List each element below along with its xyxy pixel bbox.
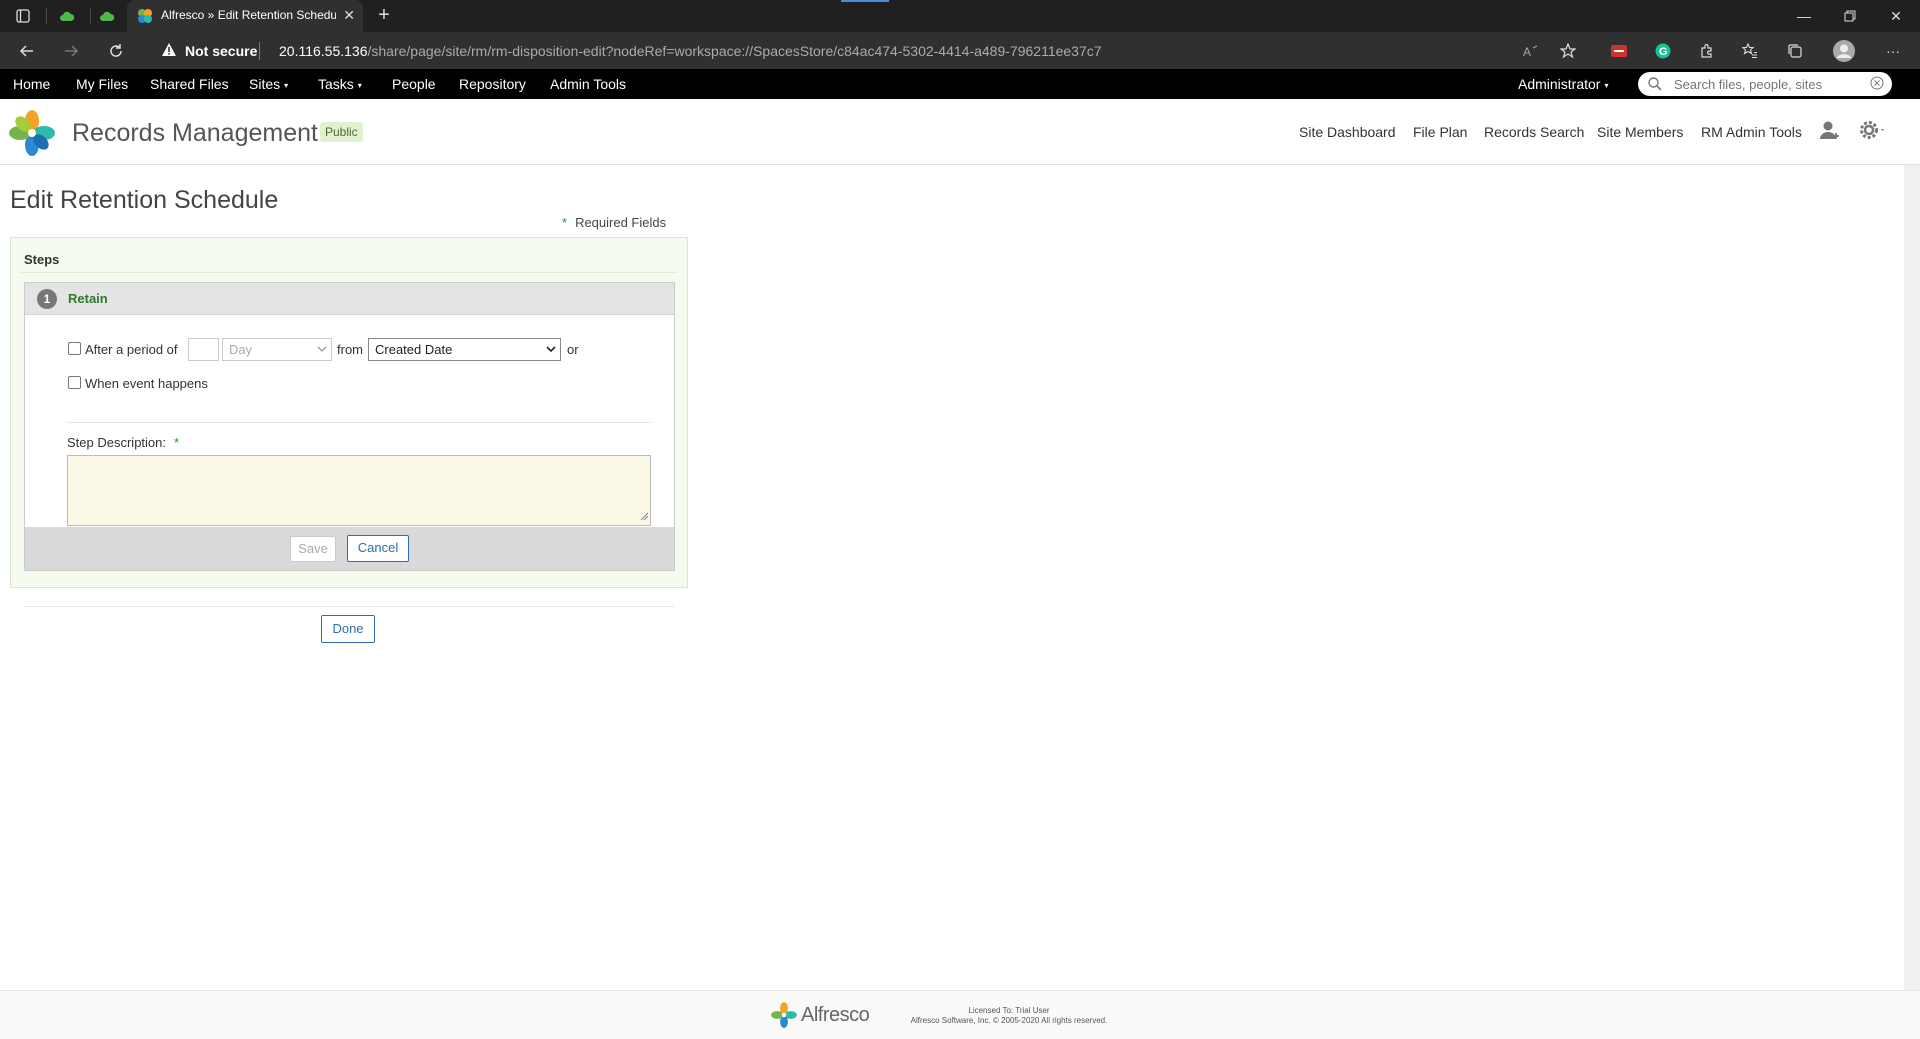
step-header[interactable]: 1 Retain	[25, 283, 674, 315]
close-window-icon[interactable]: ✕	[1873, 0, 1919, 32]
done-button[interactable]: Done	[321, 615, 375, 643]
add-user-icon[interactable]	[1819, 119, 1841, 144]
nav-home[interactable]: Home	[13, 76, 50, 92]
user-menu[interactable]: Administrator ▾	[1518, 76, 1608, 92]
footer-brand: Alfresco	[801, 1004, 870, 1026]
or-label: or	[567, 342, 579, 357]
address-bar: Not secure 20.116.55.136/share/page/site…	[0, 32, 1920, 69]
chevron-down-icon: ▾	[357, 80, 362, 90]
chevron-down-icon: ▾	[1604, 80, 1609, 90]
page-title: Edit Retention Schedule	[10, 186, 279, 214]
close-tab-icon[interactable]: ✕	[343, 8, 355, 22]
from-label: from	[337, 342, 363, 357]
active-tab[interactable]: Alfresco » Edit Retention Schedule ✕	[127, 0, 363, 32]
alfresco-logo-icon[interactable]	[7, 108, 57, 161]
warning-icon	[161, 42, 177, 60]
visibility-badge: Public	[320, 122, 363, 142]
gear-icon[interactable]	[1859, 119, 1887, 144]
forward-icon[interactable]	[57, 38, 85, 64]
page-footer: Alfresco Licensed To: Trial User Alfresc…	[0, 990, 1920, 1039]
records-search-link[interactable]: Records Search	[1484, 124, 1584, 140]
pinned-tab-cloud-icon-2[interactable]	[92, 4, 122, 28]
period-amount-input[interactable]	[188, 338, 219, 361]
browser-tab-bar: Alfresco » Edit Retention Schedule ✕ + —…	[0, 0, 1920, 32]
refresh-icon[interactable]	[102, 38, 130, 64]
nav-my-files[interactable]: My Files	[76, 76, 128, 92]
collections-icon[interactable]	[1782, 38, 1808, 64]
step-number: 1	[37, 289, 57, 309]
nav-tasks[interactable]: Tasks ▾	[318, 76, 362, 92]
event-label: When event happens	[85, 376, 208, 391]
event-checkbox[interactable]	[68, 376, 81, 389]
app-nav-bar: Home My Files Shared Files Sites ▾ Tasks ▾…	[0, 69, 1920, 99]
save-button[interactable]: Save	[290, 536, 336, 562]
step-description-label: Step Description: *	[67, 435, 180, 450]
after-period-label: After a period of	[85, 342, 178, 357]
site-members-link[interactable]: Site Members	[1597, 124, 1683, 140]
nav-admin-tools[interactable]: Admin Tools	[550, 76, 626, 92]
new-tab-icon[interactable]: +	[372, 4, 396, 28]
nav-repository[interactable]: Repository	[459, 76, 526, 92]
clear-search-icon[interactable]	[1870, 76, 1884, 93]
extension-red-icon[interactable]	[1606, 38, 1632, 64]
chevron-down-icon	[317, 341, 327, 363]
svg-text:G: G	[1659, 46, 1668, 58]
url-text[interactable]: 20.116.55.136/share/page/site/rm/rm-disp…	[279, 43, 1102, 59]
file-plan-link[interactable]: File Plan	[1413, 124, 1467, 140]
tab-actions-icon[interactable]	[8, 4, 38, 28]
add-favorite-icon[interactable]	[1555, 38, 1581, 64]
security-label[interactable]: Not secure	[185, 43, 257, 59]
read-aloud-icon[interactable]: A	[1518, 38, 1544, 64]
step-card: 1 Retain After a period of Day from Crea…	[24, 282, 675, 571]
page-scrollbar[interactable]	[1904, 165, 1920, 1039]
steps-header: Steps	[24, 252, 60, 267]
alfresco-footer-logo-icon	[770, 1001, 798, 1032]
site-dashboard-link[interactable]: Site Dashboard	[1299, 124, 1396, 140]
favorites-icon[interactable]	[1737, 38, 1763, 64]
cancel-button[interactable]: Cancel	[347, 535, 409, 562]
pinned-tab-cloud-icon[interactable]	[52, 4, 82, 28]
step-name: Retain	[68, 291, 108, 306]
extensions-icon[interactable]	[1694, 38, 1720, 64]
minimize-icon[interactable]: —	[1781, 0, 1827, 32]
step-actions: Save Cancel	[25, 527, 674, 570]
more-menu-icon[interactable]: ···	[1880, 38, 1906, 64]
license-text: Licensed To: Trial User Alfresco Softwar…	[910, 1006, 1108, 1025]
nav-people[interactable]: People	[392, 76, 436, 92]
steps-panel: Steps 1 Retain After a period of Day fro…	[10, 237, 688, 588]
chevron-down-icon: ▾	[284, 80, 289, 90]
back-icon[interactable]	[13, 38, 41, 64]
resize-handle-icon[interactable]	[640, 509, 649, 524]
url-bar[interactable]: Not secure 20.116.55.136/share/page/site…	[147, 36, 1587, 65]
global-search[interactable]	[1638, 72, 1892, 96]
restore-icon[interactable]	[1827, 0, 1873, 32]
tab-title: Alfresco » Edit Retention Schedule	[161, 8, 336, 22]
rm-admin-tools-link[interactable]: RM Admin Tools	[1701, 124, 1802, 140]
alfresco-favicon-icon	[137, 8, 153, 27]
required-fields-note: * Required Fields	[562, 215, 667, 230]
after-period-checkbox[interactable]	[68, 342, 81, 355]
chevron-down-icon	[546, 341, 556, 363]
site-header: Records Management Public Site Dashboard…	[0, 99, 1920, 165]
grammarly-icon[interactable]: G	[1650, 38, 1676, 64]
from-date-select[interactable]: Created Date	[368, 338, 561, 361]
profile-avatar-icon[interactable]	[1831, 38, 1857, 64]
site-title: Records Management	[72, 119, 318, 147]
period-unit-select[interactable]: Day	[222, 338, 332, 361]
step-description-textarea[interactable]	[67, 455, 651, 526]
nav-sites[interactable]: Sites ▾	[249, 76, 288, 92]
svg-text:A: A	[1523, 45, 1531, 58]
search-input[interactable]	[1674, 75, 1860, 93]
search-icon	[1648, 77, 1662, 94]
nav-shared-files[interactable]: Shared Files	[150, 76, 229, 92]
